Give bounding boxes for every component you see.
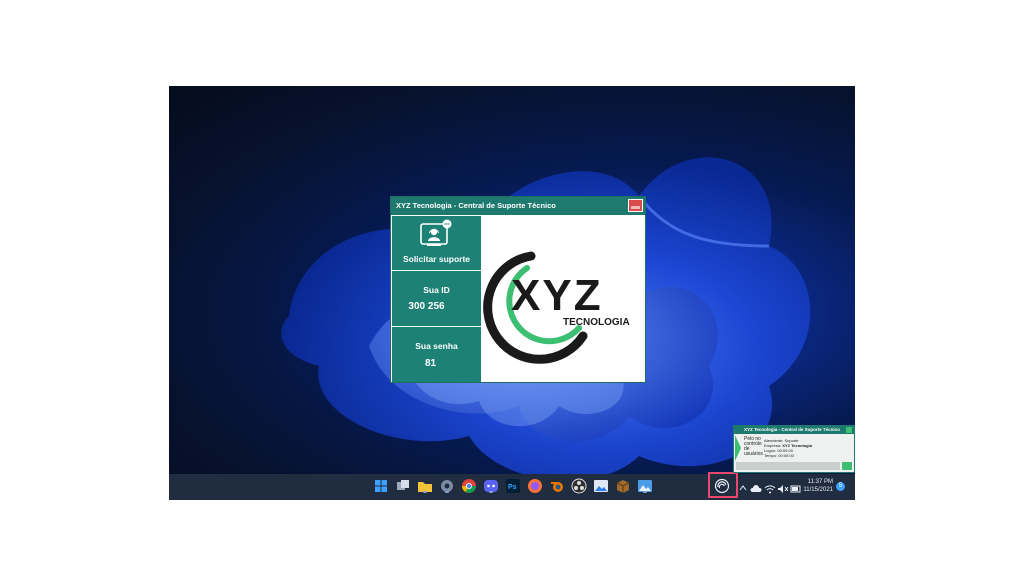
password-tile: Sua senha 81 xyxy=(392,327,481,382)
task-view-icon[interactable] xyxy=(395,478,411,494)
request-support-label: Solicitar suporte xyxy=(402,254,471,264)
taskbar: Ps 11:37 PM 11/15/2021 5 xyxy=(169,474,855,500)
mini-session-panel: XYZ Tecnologia - Central de Suporte Técn… xyxy=(733,425,855,473)
logo-area: XYZ TECNOLOGIA xyxy=(483,216,645,382)
chevron-up-icon[interactable] xyxy=(739,480,747,491)
sidebar: Solicitar suporte Sua ID 300 256 Sua sen… xyxy=(392,216,481,382)
request-support-button[interactable]: Solicitar suporte xyxy=(392,216,481,270)
green-arrow-icon[interactable] xyxy=(735,435,741,461)
password-label: Sua senha xyxy=(415,341,458,351)
id-label: Sua ID xyxy=(423,285,450,295)
blender-icon[interactable] xyxy=(549,478,565,494)
image-viewer-icon[interactable] xyxy=(637,478,653,494)
notification-badge[interactable]: 5 xyxy=(836,482,845,491)
mini-close-button[interactable] xyxy=(846,427,852,433)
tray-highlight-box xyxy=(708,472,738,498)
app-titlebar[interactable]: XYZ Tecnologia - Central de Suporte Técn… xyxy=(391,197,645,215)
obs-icon[interactable] xyxy=(571,478,587,494)
settings-icon[interactable] xyxy=(439,478,455,494)
mini-progress-bar xyxy=(736,462,840,470)
logo-text: XYZ xyxy=(511,271,603,320)
support-app-window: XYZ Tecnologia - Central de Suporte Técn… xyxy=(390,196,646,383)
logo-subtext: TECNOLOGIA xyxy=(563,317,630,328)
cloud-icon[interactable] xyxy=(750,481,762,492)
chrome-icon[interactable] xyxy=(461,478,477,494)
tray-time[interactable]: 11:37 PM xyxy=(803,479,833,486)
mini-info: Atendente: Suporte Empresa: XYZ Tecnolog… xyxy=(764,438,812,458)
password-value[interactable]: 81 xyxy=(386,358,475,369)
windows-start-icon[interactable] xyxy=(373,478,389,494)
discord-icon[interactable] xyxy=(483,478,499,494)
notification-count: 5 xyxy=(838,483,843,489)
xyz-logo: XYZ TECNOLOGIA xyxy=(483,251,630,364)
tray-date[interactable]: 11/15/2021 xyxy=(803,487,833,494)
volume-icon[interactable] xyxy=(777,481,789,493)
mini-expand-button[interactable] xyxy=(842,462,852,470)
close-icon xyxy=(631,206,640,209)
firefox-icon[interactable] xyxy=(527,478,543,494)
mini-title: XYZ Tecnologia - Central de Suporte Técn… xyxy=(744,427,840,432)
id-value[interactable]: 300 256 xyxy=(382,301,471,312)
support-agent-icon xyxy=(420,219,452,246)
box-app-icon[interactable] xyxy=(615,478,631,494)
close-button[interactable] xyxy=(628,199,643,212)
mini-left-text: Pelo no controle de usuários xyxy=(744,436,763,457)
photoshop-icon[interactable]: Ps xyxy=(505,478,521,494)
wifi-icon[interactable] xyxy=(764,481,776,494)
id-tile: Sua ID 300 256 xyxy=(392,271,481,326)
svg-text:Ps: Ps xyxy=(508,484,517,491)
photos-icon[interactable] xyxy=(593,478,609,494)
battery-icon[interactable] xyxy=(790,481,802,493)
folder-icon[interactable] xyxy=(417,478,433,494)
app-title: XYZ Tecnologia - Central de Suporte Técn… xyxy=(396,201,556,210)
mini-titlebar[interactable]: XYZ Tecnologia - Central de Suporte Técn… xyxy=(734,426,854,434)
